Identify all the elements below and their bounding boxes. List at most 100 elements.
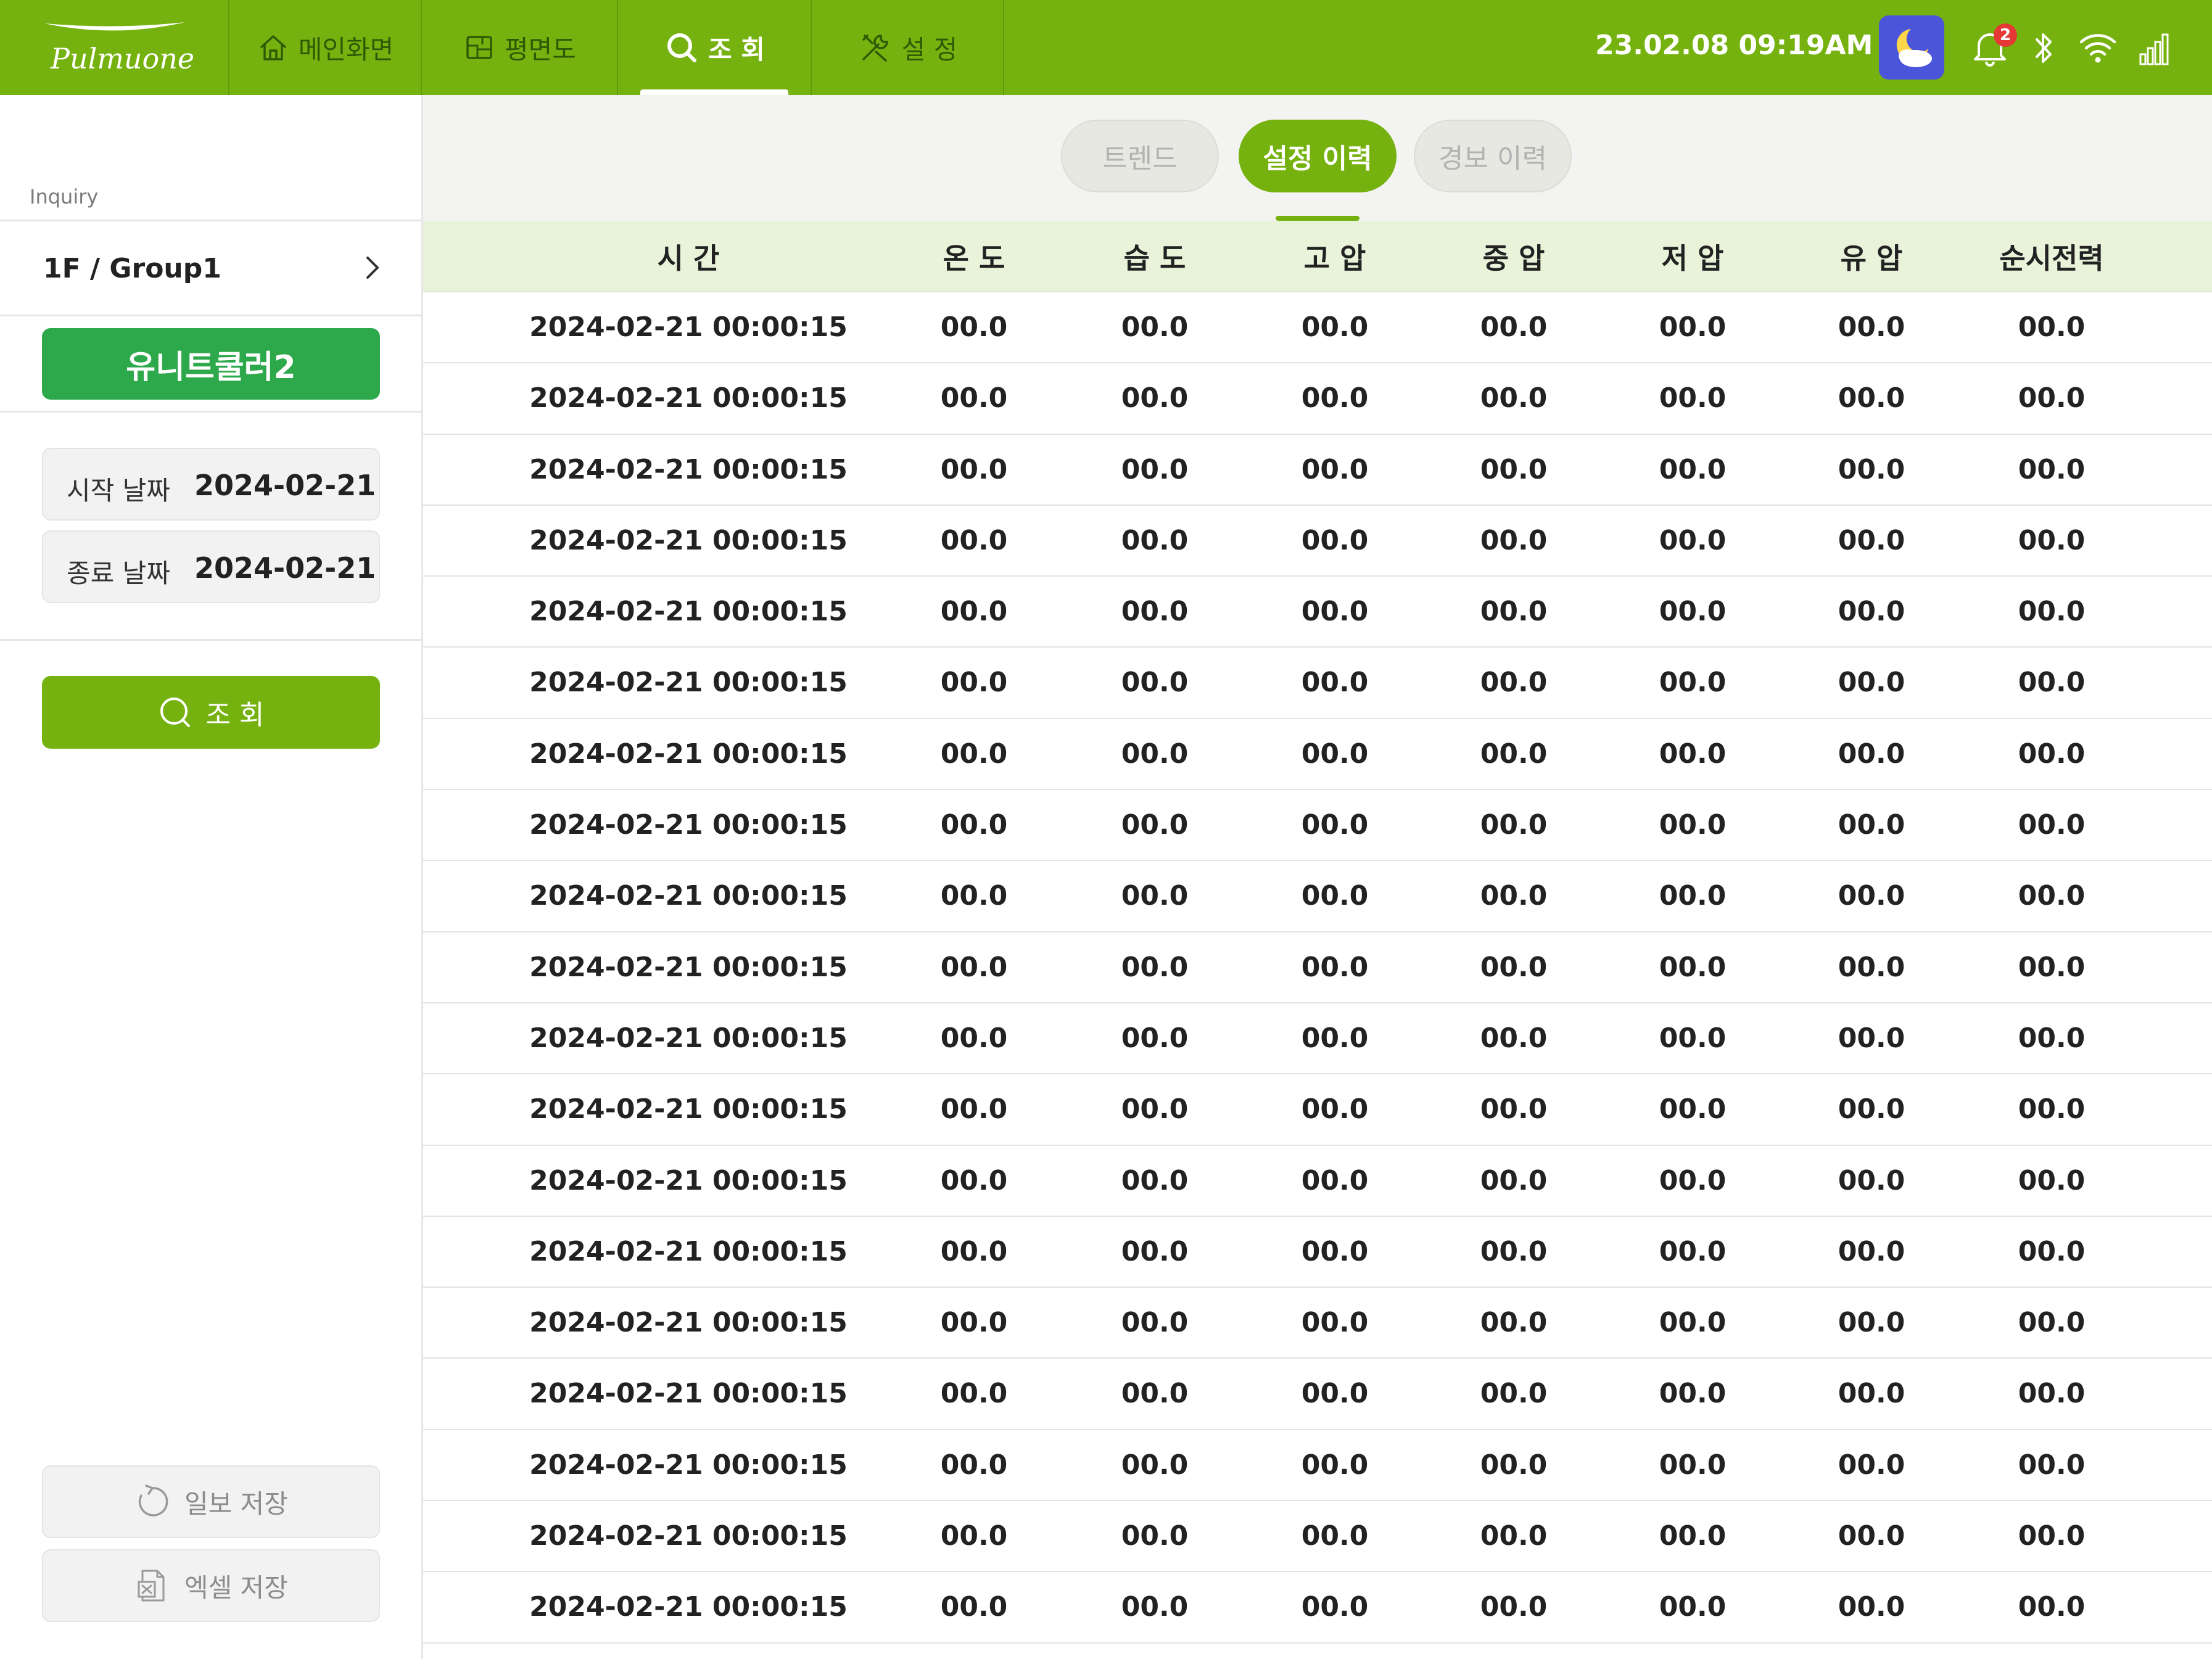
tab-inquiry[interactable]: 조 회 [618,0,811,95]
end-date-field[interactable]: 종료 날짜 2024-02-21 [42,530,380,603]
cell-low-pressure: 00.0 [1659,1164,1727,1196]
cell-mid-pressure: 00.0 [1480,880,1548,912]
cell-low-pressure: 00.0 [1659,453,1727,485]
table-row[interactable]: 2024-02-21 00:00:15 00.0 00.0 00.0 00.0 00.0 0… [423,1359,2212,1430]
section-label: Inquiry [30,185,99,208]
chevron-right-icon [366,257,379,279]
group-selector[interactable]: 1F / Group1 [0,222,421,313]
daily-report-save-label: 일보 저장 [184,1488,288,1519]
column-header-oil-pressure[interactable]: 유 압 [1797,221,1946,292]
table-row[interactable]: 2024-02-21 00:00:15 00.0 00.0 00.0 00.0 00.0 0… [423,648,2212,719]
tab-settings[interactable]: 설 정 [812,0,1003,95]
cell-mid-pressure: 00.0 [1480,951,1548,983]
table-row[interactable]: 2024-02-21 00:00:15 00.0 00.0 00.0 00.0 00.0 0… [423,1430,2212,1502]
group-label: 1F / Group1 [43,253,221,284]
cell-high-pressure: 00.0 [1301,1307,1369,1339]
start-date-label: 시작 날짜 [67,475,170,506]
table-row[interactable]: 2024-02-21 00:00:15 00.0 00.0 00.0 00.0 00.0 0… [423,363,2212,435]
start-date-field[interactable]: 시작 날짜 2024-02-21 [42,448,380,521]
wifi-icon[interactable] [2079,31,2117,64]
column-header-humidity[interactable]: 습 도 [1081,221,1229,292]
table-row[interactable]: 2024-02-21 00:00:15 00.0 00.0 00.0 00.0 00.0 0… [423,1217,2212,1288]
cell-temperature: 00.0 [940,1307,1008,1339]
cell-high-pressure: 00.0 [1301,1235,1369,1267]
table-row[interactable]: 2024-02-21 00:00:15 00.0 00.0 00.0 00.0 00.0 0… [423,506,2212,577]
daily-report-save-button[interactable]: 일보 저장 [42,1465,380,1538]
table-row[interactable]: 2024-02-21 00:00:15 00.0 00.0 00.0 00.0 00.0 0… [423,1288,2212,1359]
cell-humidity: 00.0 [1121,667,1189,699]
cell-time: 2024-02-21 00:00:15 [529,951,848,983]
active-tab-indicator [640,89,788,95]
cell-instant-power: 00.0 [2018,382,2086,414]
cell-time: 2024-02-21 00:00:15 [529,809,848,841]
brand-logo[interactable]: Pulmuone [0,0,228,95]
cell-mid-pressure: 00.0 [1480,311,1548,343]
cell-time: 2024-02-21 00:00:15 [529,1378,848,1410]
datetime-display: 23.02.08 09:19AM [1595,30,1873,61]
table-row[interactable]: 2024-02-21 00:00:15 00.0 00.0 00.0 00.0 00.0 0… [423,861,2212,932]
cell-instant-power: 00.0 [2018,1378,2086,1410]
column-header-temperature[interactable]: 온 도 [900,221,1048,292]
tab-alarm-history[interactable]: 경보 이력 [1414,120,1572,192]
cell-high-pressure: 00.0 [1301,880,1369,912]
table-row[interactable]: 2024-02-21 00:00:15 00.0 00.0 00.0 00.0 00.0 0… [423,719,2212,791]
cell-time: 2024-02-21 00:00:15 [529,382,848,414]
table-row[interactable]: 2024-02-21 00:00:15 00.0 00.0 00.0 00.0 00.0 0… [423,1074,2212,1146]
tab-floor-plan[interactable]: 평면도 [422,0,617,95]
cell-instant-power: 00.0 [2018,1520,2086,1552]
table-row[interactable]: 2024-02-21 00:00:15 00.0 00.0 00.0 00.0 00.0 0… [423,790,2212,862]
table-row[interactable]: 2024-02-21 00:00:15 00.0 00.0 00.0 00.0 00.0 0… [423,435,2212,506]
cell-low-pressure: 00.0 [1659,311,1727,343]
cell-time: 2024-02-21 00:00:15 [529,596,848,628]
weather-button[interactable] [1879,15,1944,80]
cell-low-pressure: 00.0 [1659,951,1727,983]
cell-high-pressure: 00.0 [1301,951,1369,983]
table-row[interactable]: 2024-02-21 00:00:15 00.0 00.0 00.0 00.0 00.0 0… [423,932,2212,1003]
bluetooth-icon[interactable] [2033,30,2054,67]
table-row[interactable]: 2024-02-21 00:00:15 00.0 00.0 00.0 00.0 00.0 0… [423,292,2212,364]
search-button[interactable]: 조 회 [42,676,380,749]
cell-mid-pressure: 00.0 [1480,1449,1548,1481]
tab-setting-history[interactable]: 설정 이력 [1239,120,1397,192]
cell-humidity: 00.0 [1121,1164,1189,1196]
excel-save-button[interactable]: 엑셀 저장 [42,1549,380,1622]
cell-temperature: 00.0 [940,311,1008,343]
column-header-mid-pressure[interactable]: 중 압 [1440,221,1588,292]
column-header-time[interactable]: 시 간 [516,221,861,292]
cell-instant-power: 00.0 [2018,1164,2086,1196]
cell-temperature: 00.0 [940,1164,1008,1196]
table-row[interactable]: 2024-02-21 00:00:15 00.0 00.0 00.0 00.0 00.0 0… [423,1572,2212,1644]
cell-time: 2024-02-21 00:00:15 [529,1520,848,1552]
cell-high-pressure: 00.0 [1301,1164,1369,1196]
excel-file-icon [138,1570,165,1602]
column-header-low-pressure[interactable]: 저 압 [1619,221,1767,292]
cell-instant-power: 00.0 [2018,524,2086,556]
end-date-value: 2024-02-21 [194,551,376,585]
cell-low-pressure: 00.0 [1659,738,1727,770]
cell-low-pressure: 00.0 [1659,1591,1727,1623]
cell-instant-power: 00.0 [2018,453,2086,485]
cell-temperature: 00.0 [940,667,1008,699]
column-header-instant-power[interactable]: 순시전력 [1959,221,2144,292]
unit-selector-button[interactable]: 유니트쿨러2 [42,328,380,400]
cell-instant-power: 00.0 [2018,1449,2086,1481]
divider [0,315,421,316]
cell-humidity: 00.0 [1121,1378,1189,1410]
cell-instant-power: 00.0 [2018,738,2086,770]
cell-mid-pressure: 00.0 [1480,1093,1548,1126]
cell-temperature: 00.0 [940,524,1008,556]
table-row[interactable]: 2024-02-21 00:00:15 00.0 00.0 00.0 00.0 00.0 0… [423,577,2212,648]
table-row[interactable]: 2024-02-21 00:00:15 00.0 00.0 00.0 00.0 00.0 0… [423,1146,2212,1217]
search-icon [667,33,697,62]
table-row[interactable]: 2024-02-21 00:00:15 00.0 00.0 00.0 00.0 00.0 0… [423,1501,2212,1573]
cell-instant-power: 00.0 [2018,1235,2086,1267]
cell-oil-pressure: 00.0 [1838,1093,1905,1126]
cell-oil-pressure: 00.0 [1838,951,1905,983]
cell-instant-power: 00.0 [2018,1591,2086,1623]
table-row[interactable]: 2024-02-21 00:00:15 00.0 00.0 00.0 00.0 00.0 0… [423,1003,2212,1075]
column-header-high-pressure[interactable]: 고 압 [1261,221,1409,292]
cell-instant-power: 00.0 [2018,311,2086,343]
tab-main-screen[interactable]: 메인화면 [229,0,421,95]
tab-trend[interactable]: 트렌드 [1061,120,1219,192]
floorplan-icon [466,36,492,59]
